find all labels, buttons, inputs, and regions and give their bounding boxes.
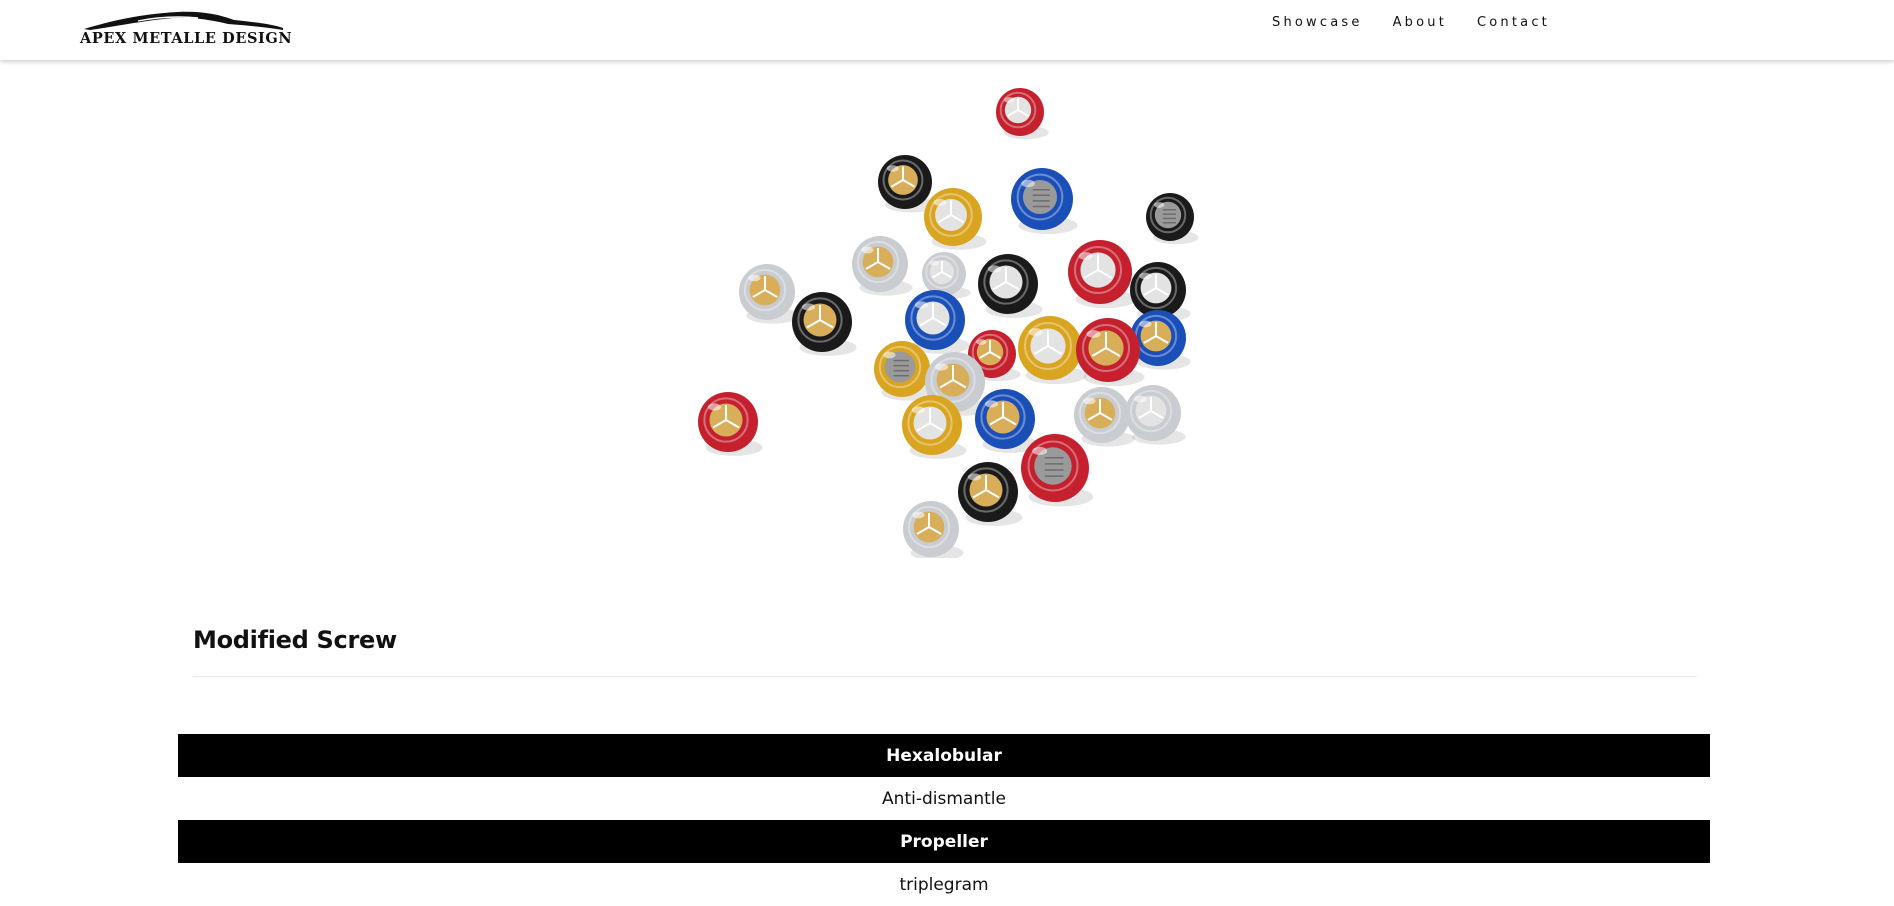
main-nav: Showcase About Contact: [1272, 14, 1580, 32]
screw-icon: [1011, 168, 1078, 235]
screw-icon: [978, 254, 1043, 318]
spec-table: Hexalobular Anti-dismantle Propeller tri…: [178, 734, 1710, 906]
screw-icon: [1125, 385, 1186, 445]
table-row: Hexalobular: [178, 734, 1710, 777]
title-divider: [193, 676, 1697, 677]
site-header: APEX METALLE DESIGN Showcase About Conta…: [0, 0, 1894, 60]
brand-name: APEX METALLE DESIGN: [80, 30, 293, 47]
nav-showcase[interactable]: Showcase: [1272, 14, 1363, 32]
nav-about[interactable]: About: [1393, 14, 1447, 32]
screw-icon: [792, 292, 857, 356]
screw-icon: [903, 501, 964, 561]
screw-icon: [852, 236, 913, 296]
hero-image: [690, 82, 1250, 561]
table-row: Anti-dismantle: [178, 777, 1710, 820]
page-title: Modified Screw: [193, 626, 397, 654]
screw-icon: [975, 389, 1040, 453]
screws-photo: [698, 88, 1199, 561]
screw-icon: [958, 462, 1023, 526]
screw-icon: [698, 392, 763, 456]
table-row: Propeller: [178, 820, 1710, 863]
screw-icon: [739, 264, 800, 324]
screw-icon: [924, 188, 987, 250]
screw-icon: [1146, 193, 1199, 245]
table-row: triplegram: [178, 863, 1710, 906]
screw-icon: [1021, 434, 1094, 507]
brand-logo[interactable]: APEX METALLE DESIGN: [78, 8, 293, 48]
screw-icon: [996, 88, 1049, 140]
nav-contact[interactable]: Contact: [1477, 14, 1550, 32]
screw-icon: [1068, 240, 1137, 309]
